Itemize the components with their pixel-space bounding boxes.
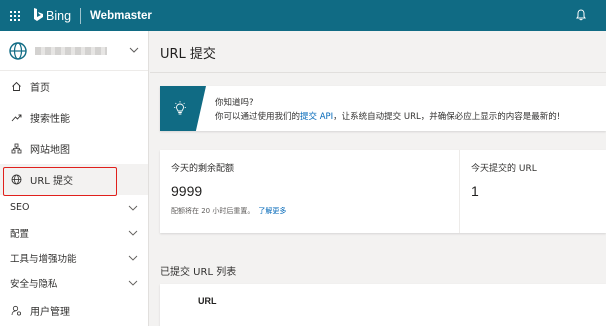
page-title: URL 提交	[160, 47, 216, 62]
user-settings-icon	[10, 305, 22, 317]
tip-body: 你可以通过使用我们的提交 API，让系统自动提交 URL，并确保必应上显示的内容…	[215, 110, 560, 122]
learn-more-link[interactable]: 了解更多	[258, 207, 286, 215]
sidebar-section-seo[interactable]: SEO	[0, 195, 148, 220]
product-name: Webmaster	[90, 9, 152, 22]
section-label: SEO	[10, 202, 30, 213]
remaining-quota-value: 9999	[171, 183, 203, 199]
chevron-down-icon[interactable]	[129, 47, 139, 54]
submission-api-link[interactable]: 提交 API	[300, 112, 333, 122]
lightbulb-icon	[160, 86, 206, 131]
sidebar-section-tools[interactable]: 工具与增强功能	[0, 245, 148, 270]
sitemap-icon	[10, 143, 22, 155]
section-label: 配置	[10, 228, 30, 240]
quota-reset-text: 配额将在 20 小时后重置。	[171, 207, 255, 215]
sidebar-item-home[interactable]: 首页	[0, 71, 148, 102]
trend-icon	[10, 112, 22, 124]
site-url-redacted	[35, 46, 107, 55]
quota-cards: 今天的剩余配额 9999 配额将在 20 小时后重置。 了解更多 今天提交的 UR…	[160, 150, 606, 233]
title-divider	[150, 72, 606, 73]
sidebar-item-sitemaps[interactable]: 网站地图	[0, 133, 148, 164]
sidebar-item-label: 搜索性能	[30, 114, 70, 125]
tip-text-suffix: ，让系统自动提交 URL，并确保必应上显示的内容是最新的!	[333, 112, 561, 122]
remaining-quota-label: 今天的剩余配额	[171, 164, 235, 174]
brand-divider	[80, 7, 82, 24]
globe-icon	[9, 41, 27, 60]
notification-bell-icon[interactable]	[574, 8, 588, 22]
home-icon	[10, 81, 22, 93]
top-bar: Bing Webmaster	[0, 0, 606, 31]
bing-logo-icon	[34, 7, 43, 24]
sidebar-item-search-performance[interactable]: 搜索性能	[0, 102, 148, 133]
sidebar-item-user-management[interactable]: 用户管理	[0, 295, 148, 326]
tip-banner: 你知道吗? 你可以通过使用我们的提交 API，让系统自动提交 URL，并确保必应…	[160, 86, 606, 131]
sidebar: 首页 搜索性能 网站地图 URL 提交 SEO 配置 工具与增强功能 安全与隐私	[0, 31, 149, 326]
chevron-down-icon	[128, 205, 138, 211]
section-label: 工具与增强功能	[10, 253, 77, 265]
submitted-url-table: URL	[160, 284, 606, 326]
section-label: 安全与隐私	[10, 278, 58, 290]
chevron-down-icon	[128, 255, 138, 261]
tip-text-prefix: 你可以通过使用我们的	[215, 112, 301, 122]
brand[interactable]: Bing Webmaster	[34, 0, 152, 31]
card-divider	[459, 150, 460, 233]
sidebar-item-url-submission[interactable]: URL 提交	[0, 164, 148, 196]
sidebar-section-config[interactable]: 配置	[0, 220, 148, 245]
sidebar-item-label: 用户管理	[30, 307, 70, 318]
sidebar-item-label: 网站地图	[30, 145, 70, 156]
sidebar-section-security[interactable]: 安全与隐私	[0, 270, 148, 295]
url-column-header[interactable]: URL	[198, 296, 217, 306]
site-picker[interactable]	[0, 31, 148, 71]
chevron-down-icon	[128, 280, 138, 286]
main-content: URL 提交 你知道吗? 你可以通过使用我们的提交 API，让系统自动提交 UR…	[150, 31, 606, 326]
submitted-today-value: 1	[471, 183, 479, 199]
submitted-today-label: 今天提交的 URL	[471, 164, 537, 174]
quota-reset-note: 配额将在 20 小时后重置。 了解更多	[171, 206, 286, 216]
submitted-url-list-title: 已提交 URL 列表	[160, 267, 237, 278]
bing-text: Bing	[46, 8, 72, 23]
highlight-outline	[3, 167, 117, 196]
sidebar-item-label: 首页	[30, 83, 50, 94]
tip-title: 你知道吗?	[215, 98, 254, 108]
chevron-down-icon	[128, 230, 138, 236]
app-launcher-icon[interactable]	[0, 0, 30, 31]
